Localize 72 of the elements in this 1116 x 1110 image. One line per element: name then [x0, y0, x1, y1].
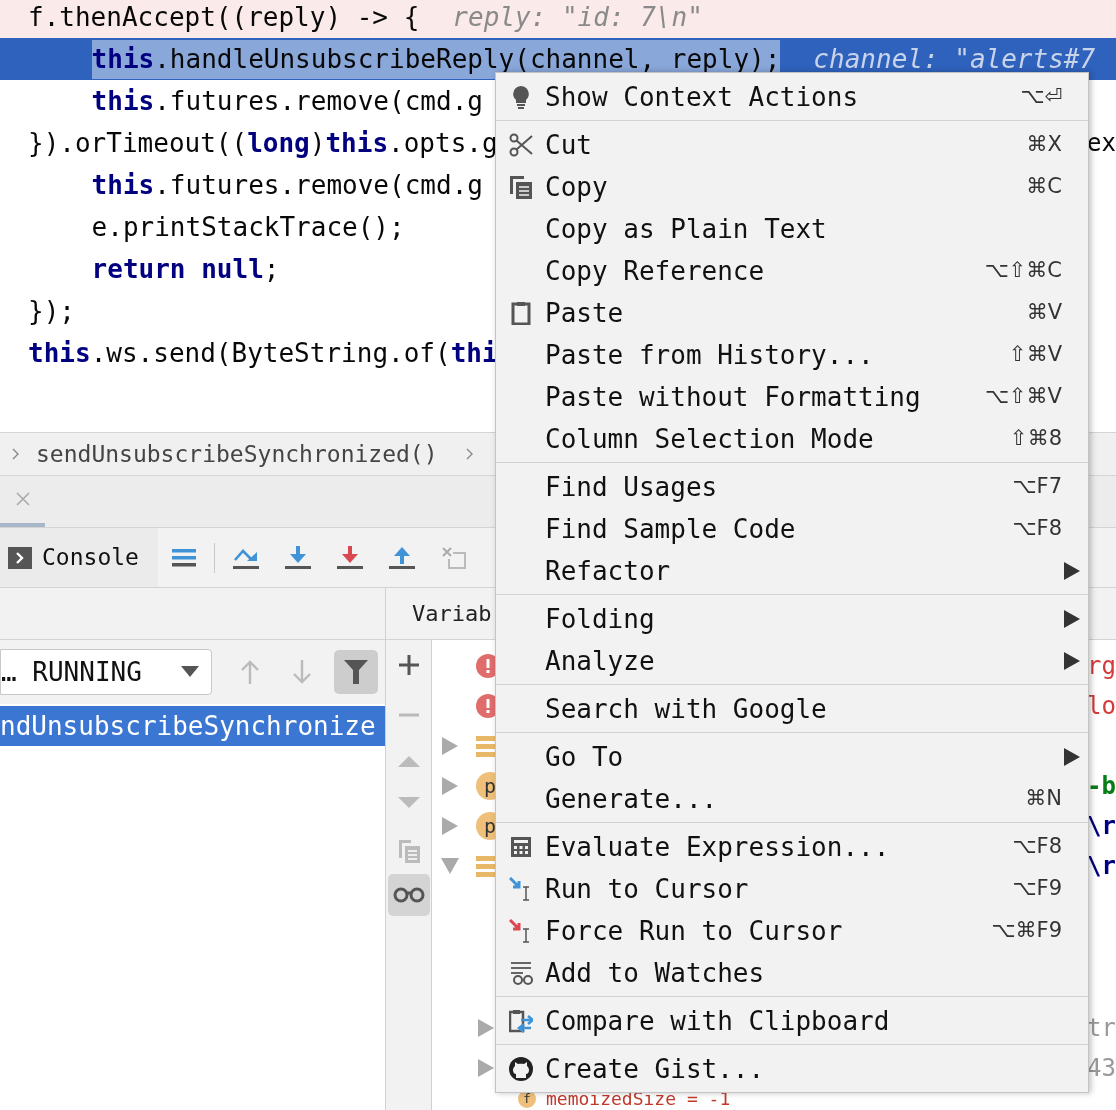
code-text: }).orTimeout((long)this.opts.g	[28, 126, 498, 160]
menu-item[interactable]: Column Selection Mode ⇧⌘8	[496, 418, 1088, 460]
step-into-icon[interactable]	[285, 545, 311, 570]
cat-silhouette-icon	[508, 1057, 533, 1081]
expand-triangle-icon[interactable]	[476, 1057, 496, 1079]
code-text: this.futures.remove(cmd.g	[91, 84, 483, 118]
close-icon	[13, 490, 32, 508]
variable-value-text: \r	[1087, 851, 1116, 882]
force-step-into-icon[interactable]	[337, 545, 363, 570]
menu-item[interactable]: Analyze	[496, 640, 1088, 682]
expand-triangle-icon[interactable]	[440, 815, 460, 837]
menu-item[interactable]: Paste from History... ⇧⌘V	[496, 334, 1088, 376]
code-text: return null;	[91, 252, 280, 286]
stack-frame-row[interactable]: ndUnsubscribeSynchronize	[0, 706, 385, 746]
menu-item[interactable]: Paste ⌘V	[496, 292, 1088, 334]
arrow-down-icon[interactable]	[292, 660, 312, 684]
code-text: this.handleUnsubscribeReply(channel, reply);	[91, 39, 781, 79]
menu-item[interactable]: Show Context Actions ⌥⏎	[496, 76, 1088, 118]
variable-value-text: 43	[1087, 1053, 1116, 1084]
menu-item[interactable]: Search with Google	[496, 688, 1088, 730]
variable-value-text: rg	[1087, 651, 1116, 682]
console-tab[interactable]: Console	[0, 528, 158, 587]
menu-item[interactable]: Folding	[496, 598, 1088, 640]
expand-triangle-icon[interactable]	[476, 1017, 496, 1039]
list-icon[interactable]	[172, 546, 196, 569]
scissors-icon	[508, 133, 533, 157]
code-text: f.thenAccept((reply) -> {	[28, 0, 420, 34]
glasses-icon	[392, 887, 425, 903]
expand-triangle-icon[interactable]	[440, 775, 460, 797]
glasses-list-icon	[508, 961, 533, 985]
expand-triangle-icon[interactable]	[440, 735, 460, 757]
menu-item[interactable]: Find Usages ⌥F7	[496, 466, 1088, 508]
prompt-icon	[8, 546, 32, 569]
filter-icon	[344, 660, 368, 684]
triangle-up-icon[interactable]	[397, 754, 420, 768]
variable-value-text: \r	[1087, 811, 1116, 842]
plus-icon[interactable]	[397, 654, 420, 676]
code-text: this.ws.send(ByteString.of(thi	[28, 336, 498, 370]
code-text: this.futures.remove(cmd.g	[91, 168, 483, 202]
inline-value-hint: channel: "alerts#7	[813, 42, 1096, 76]
code-text: });	[28, 294, 75, 328]
variable-value-text: -b	[1087, 771, 1116, 802]
clipboard-arrows-icon	[508, 1009, 533, 1033]
thread-dropdown[interactable]: … RUNNING	[0, 649, 212, 695]
menu-item[interactable]: Find Sample Code ⌥F8	[496, 508, 1088, 550]
copy-icon	[508, 175, 533, 199]
menu-item[interactable]: Refactor	[496, 550, 1088, 592]
code-text: ex	[1087, 128, 1116, 159]
step-out-icon[interactable]	[389, 545, 415, 570]
watches-toggle[interactable]	[387, 874, 430, 916]
inline-value-hint: reply: "id: 7\n"	[452, 0, 703, 34]
filter-button[interactable]	[334, 650, 378, 694]
menu-item[interactable]: Force Run to Cursor ⌥⌘F9	[496, 910, 1088, 952]
menu-item[interactable]: Create Gist...	[496, 1048, 1088, 1090]
menu-item[interactable]: Copy Reference ⌥⇧⌘C	[496, 250, 1088, 292]
menu-item[interactable]: Paste without Formatting ⌥⇧⌘V	[496, 376, 1088, 418]
menu-item[interactable]: Compare with Clipboard	[496, 1000, 1088, 1042]
menu-item[interactable]: Copy ⌘C	[496, 166, 1088, 208]
drop-frame-icon[interactable]	[441, 545, 467, 570]
calculator-icon	[508, 835, 533, 859]
arrow-up-icon[interactable]	[240, 660, 260, 684]
code-text: e.printStackTrace();	[91, 210, 405, 244]
variable-value-text: tr	[1087, 1013, 1116, 1044]
variable-value-text: lo	[1087, 691, 1116, 722]
menu-item[interactable]: Run to Cursor ⌥F9	[496, 868, 1088, 910]
menu-item[interactable]: Cut ⌘X	[496, 124, 1088, 166]
menu-item[interactable]: Copy as Plain Text	[496, 208, 1088, 250]
triangle-down-icon[interactable]	[397, 796, 420, 810]
copy-icon[interactable]	[396, 838, 421, 864]
menu-item[interactable]: Add to Watches	[496, 952, 1088, 994]
variables-tab[interactable]: Variab	[412, 597, 492, 630]
caret-down-icon	[181, 666, 199, 678]
